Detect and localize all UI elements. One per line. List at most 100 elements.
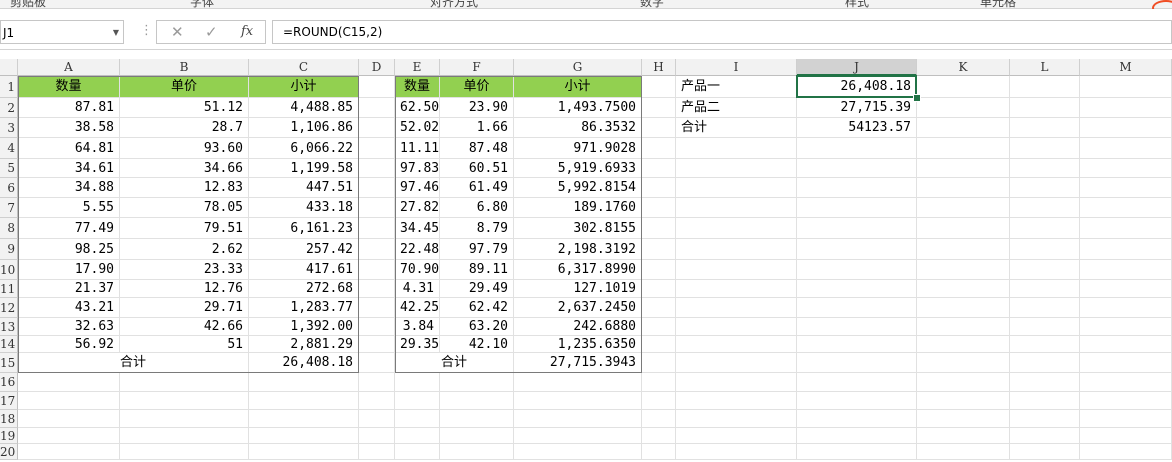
grid-cell[interactable] — [1010, 410, 1080, 428]
grid-cell[interactable] — [642, 428, 676, 444]
grid-cell[interactable] — [395, 392, 440, 410]
grid-cell[interactable] — [676, 298, 797, 318]
row-header-2[interactable]: 2 — [0, 98, 18, 118]
table1-total-value[interactable]: 26,408.18 — [249, 353, 359, 373]
grid-cell[interactable] — [676, 178, 797, 198]
insert-function-icon[interactable]: fx — [241, 24, 253, 39]
grid-cell[interactable] — [797, 428, 917, 444]
grid-cell[interactable] — [359, 260, 395, 280]
grid-cell[interactable] — [440, 410, 514, 428]
table1-cell[interactable]: 42.66 — [120, 318, 249, 336]
column-header-b[interactable]: B — [120, 59, 249, 76]
table1-cell[interactable]: 23.33 — [120, 260, 249, 280]
table2-cell[interactable]: 3.84 — [395, 318, 440, 336]
table1-cell[interactable]: 32.63 — [18, 318, 120, 336]
grid-cell[interactable] — [120, 428, 249, 444]
grid-cell[interactable] — [1080, 318, 1172, 336]
table2-cell[interactable]: 62.50 — [395, 98, 440, 118]
table2-cell[interactable]: 63.20 — [440, 318, 514, 336]
grid-cell[interactable] — [642, 444, 676, 460]
grid-cell[interactable] — [395, 444, 440, 460]
grid-cell[interactable] — [1080, 198, 1172, 218]
grid-cell[interactable] — [1010, 159, 1080, 178]
grid-cell[interactable] — [797, 373, 917, 392]
row-header-6[interactable]: 6 — [0, 178, 18, 198]
grid-cell[interactable] — [1010, 280, 1080, 298]
grid-cell[interactable] — [359, 428, 395, 444]
table2-cell[interactable]: 1,493.7500 — [514, 98, 642, 118]
table1-cell[interactable]: 51 — [120, 336, 249, 353]
grid-cell[interactable] — [359, 353, 395, 373]
grid-cell[interactable] — [797, 298, 917, 318]
grid-cell[interactable] — [249, 428, 359, 444]
table1-cell[interactable]: 56.92 — [18, 336, 120, 353]
table2-cell[interactable]: 22.48 — [395, 239, 440, 260]
table2-cell[interactable]: 6.80 — [440, 198, 514, 218]
table1-cell[interactable]: 12.76 — [120, 280, 249, 298]
grid-cell[interactable] — [642, 159, 676, 178]
enter-icon[interactable]: ✓ — [205, 23, 218, 41]
table1-cell[interactable]: 417.61 — [249, 260, 359, 280]
grid-cell[interactable] — [18, 392, 120, 410]
table2-cell[interactable]: 11.11 — [395, 138, 440, 159]
grid-cell[interactable] — [359, 118, 395, 138]
summary-value[interactable]: 27,715.39 — [797, 98, 917, 118]
table1-cell[interactable]: 12.83 — [120, 178, 249, 198]
table2-cell[interactable]: 42.25 — [395, 298, 440, 318]
table2-cell[interactable]: 97.46 — [395, 178, 440, 198]
grid-cell[interactable] — [642, 410, 676, 428]
grid-cell[interactable] — [797, 353, 917, 373]
grid-cell[interactable] — [1080, 373, 1172, 392]
grid-cell[interactable] — [642, 118, 676, 138]
row-header-3[interactable]: 3 — [0, 118, 18, 138]
table1-cell[interactable]: 34.88 — [18, 178, 120, 198]
table2-cell[interactable]: 5,992.8154 — [514, 178, 642, 198]
table1-cell[interactable]: 1,392.00 — [249, 318, 359, 336]
table2-cell[interactable]: 34.45 — [395, 218, 440, 239]
table1-cell[interactable]: 93.60 — [120, 138, 249, 159]
grid-cell[interactable] — [359, 138, 395, 159]
grid-cell[interactable] — [1080, 76, 1172, 98]
grid-cell[interactable] — [18, 444, 120, 460]
fill-handle[interactable] — [913, 94, 921, 102]
grid-cell[interactable] — [642, 138, 676, 159]
grid-cell[interactable] — [676, 353, 797, 373]
grid-cell[interactable] — [1010, 318, 1080, 336]
table1-cell[interactable]: 1,283.77 — [249, 298, 359, 318]
grid-cell[interactable] — [514, 373, 642, 392]
table2-cell[interactable]: 86.3532 — [514, 118, 642, 138]
grid-cell[interactable] — [1080, 336, 1172, 353]
grid-cell[interactable] — [797, 336, 917, 353]
table1-cell[interactable]: 21.37 — [18, 280, 120, 298]
row-header-14[interactable]: 14 — [0, 336, 18, 353]
grid-cell[interactable] — [917, 76, 1010, 98]
grid-cell[interactable] — [676, 373, 797, 392]
table1-cell[interactable]: 78.05 — [120, 198, 249, 218]
table1-cell[interactable]: 87.81 — [18, 98, 120, 118]
grid-cell[interactable] — [676, 159, 797, 178]
grid-cell[interactable] — [18, 373, 120, 392]
grid-cell[interactable] — [917, 336, 1010, 353]
grid-cell[interactable] — [1080, 118, 1172, 138]
grid-cell[interactable] — [917, 218, 1010, 239]
grid-cell[interactable] — [797, 239, 917, 260]
table1-cell[interactable]: 257.42 — [249, 239, 359, 260]
grid-cell[interactable] — [395, 373, 440, 392]
grid-cell[interactable] — [917, 118, 1010, 138]
grid-cell[interactable] — [249, 444, 359, 460]
grid-cell[interactable] — [797, 178, 917, 198]
table1-cell[interactable]: 17.90 — [18, 260, 120, 280]
summary-label[interactable]: 产品二 — [676, 98, 797, 118]
table2-cell[interactable]: 5,919.6933 — [514, 159, 642, 178]
table1-cell[interactable]: 6,066.22 — [249, 138, 359, 159]
grid-cell[interactable] — [797, 218, 917, 239]
table2-cell[interactable]: 8.79 — [440, 218, 514, 239]
grid-cell[interactable] — [917, 353, 1010, 373]
table1-cell[interactable]: 4,488.85 — [249, 98, 359, 118]
table1-cell[interactable]: 38.58 — [18, 118, 120, 138]
grid-cell[interactable] — [642, 218, 676, 239]
grid-cell[interactable] — [797, 138, 917, 159]
grid-cell[interactable] — [1080, 392, 1172, 410]
table2-cell[interactable]: 302.8155 — [514, 218, 642, 239]
column-header-c[interactable]: C — [249, 59, 359, 76]
